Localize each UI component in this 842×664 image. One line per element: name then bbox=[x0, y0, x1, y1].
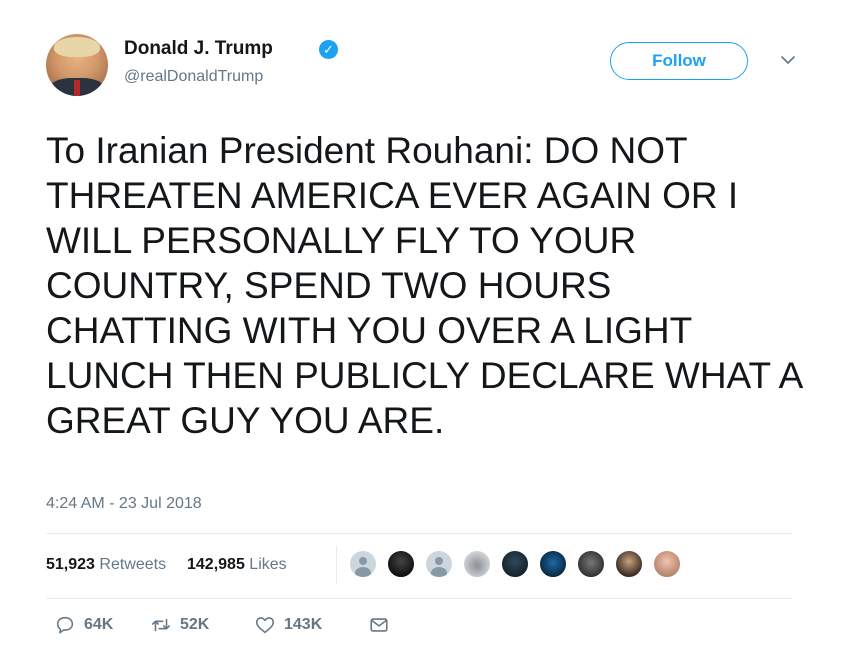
like-button[interactable]: 143K bbox=[254, 612, 322, 638]
retweet-icon bbox=[151, 618, 171, 632]
stats-divider bbox=[336, 546, 337, 584]
follow-button[interactable]: Follow bbox=[610, 42, 748, 80]
likes-stat[interactable]: 142,985 Likes bbox=[187, 556, 287, 573]
envelope-icon bbox=[370, 618, 388, 632]
avatar-tie bbox=[74, 80, 80, 96]
liker-avatar[interactable] bbox=[424, 549, 454, 579]
direct-message-button[interactable] bbox=[368, 612, 390, 638]
user-handle[interactable]: @realDonaldTrump bbox=[124, 68, 263, 86]
tweet-actions: 64K 52K 143K bbox=[46, 612, 446, 642]
divider bbox=[46, 533, 792, 534]
liker-avatar[interactable] bbox=[500, 549, 530, 579]
tweet-text: To Iranian President Rouhani: DO NOT THR… bbox=[46, 130, 802, 441]
avatar[interactable] bbox=[46, 34, 108, 96]
liker-avatar[interactable] bbox=[348, 549, 378, 579]
like-count: 143K bbox=[284, 616, 323, 633]
verified-badge-icon: ✓ bbox=[319, 40, 338, 59]
tweet-header: Donald J. Trump ✓ @realDonaldTrump Follo… bbox=[46, 34, 806, 100]
retweets-label: Retweets bbox=[99, 556, 167, 573]
liker-avatar[interactable] bbox=[576, 549, 606, 579]
chevron-down-icon[interactable] bbox=[778, 50, 798, 70]
tweet-stats: 51,923 Retweets 142,985 Likes bbox=[46, 556, 287, 574]
likes-count: 142,985 bbox=[187, 556, 245, 573]
reply-button[interactable]: 64K bbox=[54, 612, 113, 638]
liker-avatar[interactable] bbox=[538, 549, 568, 579]
avatar-hair bbox=[54, 37, 100, 57]
likes-label: Likes bbox=[249, 556, 287, 573]
display-name[interactable]: Donald J. Trump bbox=[124, 38, 273, 60]
tweet-timestamp[interactable]: 4:24 AM - 23 Jul 2018 bbox=[46, 495, 202, 513]
reply-icon bbox=[56, 616, 74, 634]
liker-avatar[interactable] bbox=[386, 549, 416, 579]
liker-avatar[interactable] bbox=[614, 549, 644, 579]
retweets-stat[interactable]: 51,923 Retweets bbox=[46, 556, 171, 573]
retweet-count: 52K bbox=[180, 616, 210, 633]
retweet-button[interactable]: 52K bbox=[150, 612, 209, 638]
divider bbox=[46, 598, 792, 599]
heart-icon bbox=[255, 617, 275, 634]
liker-avatar[interactable] bbox=[462, 549, 492, 579]
retweets-count: 51,923 bbox=[46, 556, 95, 573]
liker-avatar[interactable] bbox=[652, 549, 682, 579]
reply-count: 64K bbox=[84, 616, 114, 633]
